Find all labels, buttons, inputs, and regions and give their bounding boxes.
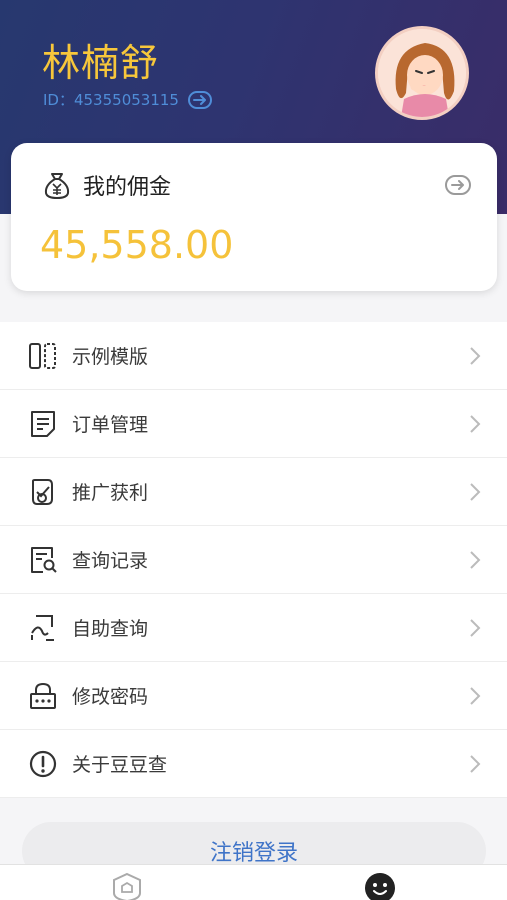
chevron-right-icon <box>470 415 481 433</box>
chevron-right-icon <box>470 347 481 365</box>
menu-item-about[interactable]: 关于豆豆查 <box>0 730 507 798</box>
menu-item-orders[interactable]: 订单管理 <box>0 390 507 458</box>
cartoon-girl-avatar-icon <box>378 29 466 117</box>
arrow-right-circle-icon[interactable] <box>187 90 212 109</box>
user-name: 林楠舒 <box>42 41 160 85</box>
chevron-right-icon <box>470 755 481 773</box>
chevron-right-icon <box>470 483 481 501</box>
commission-card[interactable]: 我的佣金 45,558.00 <box>11 143 497 291</box>
commission-amount: 45,558.00 <box>40 223 234 267</box>
chevron-right-icon <box>470 551 481 569</box>
menu-label: 关于豆豆查 <box>72 754 168 776</box>
money-bag-icon <box>44 173 70 200</box>
menu-item-template[interactable]: 示例模版 <box>0 322 507 390</box>
menu-item-change-password[interactable]: 修改密码 <box>0 662 507 730</box>
template-icon <box>29 342 56 369</box>
arrow-right-circle-icon[interactable] <box>445 175 471 195</box>
menu-item-query-history[interactable]: 查询记录 <box>0 526 507 594</box>
search-record-icon <box>31 546 57 573</box>
profile-face-icon[interactable] <box>363 871 397 900</box>
user-id-text: ID：45355053115 <box>43 91 179 109</box>
menu-label: 订单管理 <box>72 414 149 436</box>
self-query-icon <box>31 614 54 641</box>
info-icon <box>29 750 57 777</box>
menu-label: 修改密码 <box>72 686 149 708</box>
settings-menu: 示例模版 订单管理 推广获利 查询记录 自助查询 修改密码 关于豆豆查 <box>0 322 507 798</box>
chevron-right-icon <box>470 687 481 705</box>
avatar[interactable] <box>375 26 469 120</box>
order-list-icon <box>31 410 55 437</box>
menu-label: 查询记录 <box>72 550 149 572</box>
commission-title-row: 我的佣金 <box>41 169 171 201</box>
menu-label: 推广获利 <box>72 482 149 504</box>
promote-icon <box>32 478 53 505</box>
user-id-row[interactable]: ID：45355053115 <box>43 89 212 110</box>
commission-title: 我的佣金 <box>83 175 172 200</box>
lock-icon <box>30 682 56 709</box>
menu-item-self-query[interactable]: 自助查询 <box>0 594 507 662</box>
home-shield-icon[interactable] <box>110 871 144 900</box>
menu-item-promote[interactable]: 推广获利 <box>0 458 507 526</box>
chevron-right-icon <box>470 619 481 637</box>
bottom-tab-bar <box>0 864 507 900</box>
menu-label: 自助查询 <box>72 618 149 640</box>
menu-label: 示例模版 <box>72 346 149 368</box>
